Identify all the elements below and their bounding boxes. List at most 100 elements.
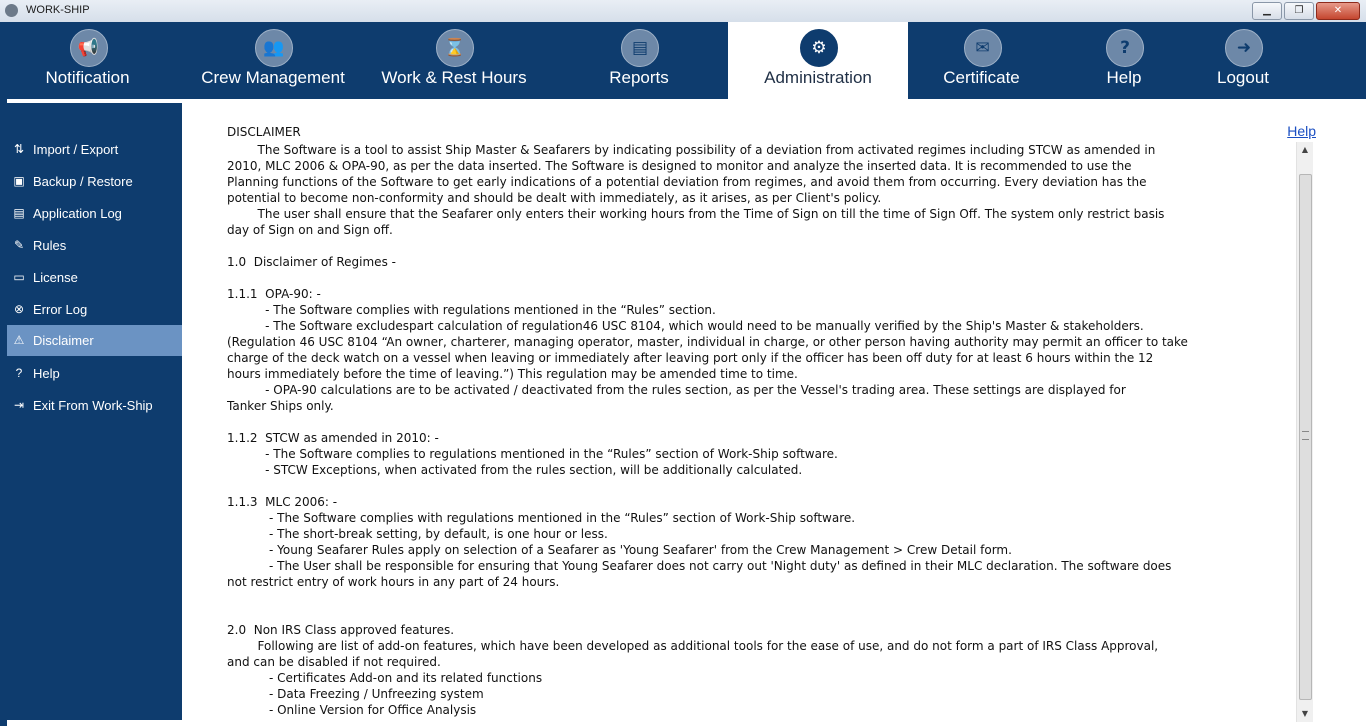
- admin-icon: ⚙: [800, 29, 838, 67]
- disclaimer-line: Following are list of add-on features, w…: [227, 639, 1159, 653]
- disclaimer-line: - The User shall be responsible for ensu…: [227, 559, 1172, 573]
- disclaimer-line: - Online Version for Office Analysis: [227, 703, 477, 717]
- tab-reports[interactable]: ▤ Reports: [548, 22, 730, 99]
- megaphone-icon: 📢: [69, 29, 108, 67]
- disclaimer-line: - The short-break setting, by default, i…: [227, 527, 608, 541]
- help-link[interactable]: Help: [1287, 123, 1316, 139]
- disclaimer-line: - Certificates Add-on and its related fu…: [227, 671, 543, 685]
- disclaimer-line: - The Software complies with regulations…: [227, 303, 716, 317]
- sidebar-item-label: Exit From Work-Ship: [33, 398, 153, 413]
- sidebar-item-application-log[interactable]: ▤ Application Log: [7, 198, 182, 229]
- warning-icon: ⚠: [13, 333, 25, 347]
- disclaimer-line: potential to become non-conformity and s…: [227, 191, 882, 205]
- tab-crew-management[interactable]: 👥 Crew Management: [182, 22, 364, 99]
- disclaimer-line: charge of the deck watch on a vessel whe…: [227, 351, 1154, 365]
- sidebar: ⇅ Import / Export ▣ Backup / Restore ▤ A…: [7, 103, 182, 720]
- sidebar-item-backup-restore[interactable]: ▣ Backup / Restore: [7, 166, 182, 197]
- tab-label: Crew Management: [201, 68, 345, 87]
- page-title: DISCLAIMER: [227, 125, 301, 139]
- certificate-icon: ✉: [963, 29, 1002, 67]
- tab-label: Certificate: [943, 68, 1020, 87]
- error-icon: ⊗: [13, 302, 25, 316]
- disclaimer-line: 1.1.3 MLC 2006: -: [227, 495, 338, 509]
- backup-icon: ▣: [13, 174, 25, 188]
- disclaimer-line: - OPA-90 calculations are to be activate…: [227, 383, 1126, 397]
- sidebar-item-label: Error Log: [33, 302, 88, 317]
- log-icon: ▤: [13, 206, 25, 220]
- disclaimer-line: [227, 606, 1292, 622]
- tab-help[interactable]: ? Help: [1070, 22, 1178, 99]
- disclaimer-line: The Software is a tool to assist Ship Ma…: [227, 143, 1156, 157]
- window-title: WORK-SHIP: [26, 4, 90, 16]
- tab-label: Logout: [1217, 68, 1269, 87]
- vertical-scrollbar[interactable]: ▲ ▼: [1296, 142, 1313, 722]
- scrollbar-thumb[interactable]: [1299, 174, 1312, 700]
- sidebar-item-license[interactable]: ▭ License: [7, 262, 182, 293]
- sidebar-item-label: Rules: [33, 238, 67, 253]
- license-icon: ▭: [13, 270, 25, 284]
- sidebar-item-rules[interactable]: ✎ Rules: [7, 230, 182, 261]
- disclaimer-line: [227, 478, 1292, 494]
- disclaimer-line: day of Sign on and Sign off.: [227, 223, 393, 237]
- disclaimer-line: 2.0 Non IRS Class approved features.: [227, 623, 455, 637]
- disclaimer-line: Tanker Ships only.: [227, 399, 334, 413]
- disclaimer-line: - The Software excludespart calculation …: [227, 319, 1144, 333]
- sidebar-item-label: Application Log: [33, 206, 122, 221]
- disclaimer-line: 2010, MLC 2006 & OPA-90, as per the data…: [227, 159, 1132, 173]
- tab-label: Administration: [764, 68, 872, 87]
- disclaimer-line: 1.1.1 OPA-90: -: [227, 287, 321, 301]
- sidebar-item-label: Backup / Restore: [33, 174, 133, 189]
- sidebar-item-exit[interactable]: ⇥ Exit From Work-Ship: [7, 390, 182, 421]
- disclaimer-line: - STCW Exceptions, when activated from t…: [227, 463, 803, 477]
- help-icon: ?: [15, 366, 23, 380]
- tab-notification[interactable]: 📢 Notification: [0, 22, 175, 99]
- disclaimer-line: [227, 270, 1292, 286]
- crew-icon: 👥: [255, 29, 293, 67]
- app-logo-icon: [5, 4, 18, 17]
- tab-label: Notification: [45, 68, 130, 87]
- disclaimer-line: hours immediately before the time of lea…: [227, 367, 798, 381]
- disclaimer-line: The user shall ensure that the Seafarer …: [227, 207, 1165, 221]
- disclaimer-line: [227, 238, 1292, 254]
- close-button[interactable]: ✕: [1316, 2, 1360, 20]
- minimize-button[interactable]: ▁: [1252, 2, 1282, 20]
- sidebar-item-import-export[interactable]: ⇅ Import / Export: [7, 134, 182, 165]
- left-frame-border: [0, 99, 7, 726]
- sidebar-item-label: Import / Export: [33, 142, 119, 157]
- disclaimer-line: Planning functions of the Software to ge…: [227, 175, 1147, 189]
- disclaimer-line: - The Software complies with regulations…: [227, 511, 856, 525]
- tab-administration[interactable]: ⚙ Administration: [728, 22, 908, 99]
- tab-logout[interactable]: ➜ Logout: [1183, 22, 1303, 99]
- sidebar-item-error-log[interactable]: ⊗ Error Log: [7, 294, 182, 325]
- scroll-down-arrow-icon[interactable]: ▼: [1297, 706, 1313, 722]
- disclaimer-line: - Data Freezing / Unfreezing system: [227, 687, 484, 701]
- exit-icon: ⇥: [13, 398, 25, 412]
- hourglass-icon: ⌛: [436, 29, 474, 67]
- scroll-up-arrow-icon[interactable]: ▲: [1297, 142, 1313, 158]
- disclaimer-line: 1.0 Disclaimer of Regimes -: [227, 255, 396, 269]
- sidebar-item-label: Disclaimer: [33, 333, 94, 348]
- disclaimer-line: - Young Seafarer Rules apply on selectio…: [227, 543, 1012, 557]
- top-navigation: 📢 Notification 👥 Crew Management ⌛ Work …: [0, 22, 1366, 99]
- tab-label: Work & Rest Hours: [381, 68, 527, 87]
- disclaimer-line: [227, 414, 1292, 430]
- maximize-button[interactable]: ❐: [1284, 2, 1314, 20]
- disclaimer-line: (Regulation 46 USC 8104 “An owner, chart…: [227, 335, 1188, 349]
- sidebar-item-label: License: [33, 270, 78, 285]
- title-bar: WORK-SHIP ▁ ❐ ✕: [0, 0, 1366, 23]
- tab-certificate[interactable]: ✉ Certificate: [908, 22, 1055, 99]
- import-export-icon: ⇅: [13, 142, 25, 156]
- sidebar-item-help[interactable]: ? Help: [7, 358, 182, 389]
- tab-label: Help: [1106, 68, 1142, 87]
- disclaimer-text-area[interactable]: The Software is a tool to assist Ship Ma…: [227, 142, 1292, 722]
- help-icon: ?: [1106, 29, 1144, 67]
- sidebar-item-disclaimer[interactable]: ⚠ Disclaimer: [7, 325, 182, 356]
- reports-icon: ▤: [621, 29, 659, 67]
- disclaimer-line: not restrict entry of work hours in any …: [227, 575, 560, 589]
- logout-icon: ➜: [1225, 29, 1263, 67]
- content-panel: DISCLAIMER Help The Software is a tool t…: [182, 103, 1366, 726]
- disclaimer-line: 1.1.2 STCW as amended in 2010: -: [227, 431, 439, 445]
- tab-work-rest-hours[interactable]: ⌛ Work & Rest Hours: [364, 22, 544, 99]
- scrollbar-grip-icon: [1302, 431, 1309, 440]
- window-controls: ▁ ❐ ✕: [1252, 2, 1360, 20]
